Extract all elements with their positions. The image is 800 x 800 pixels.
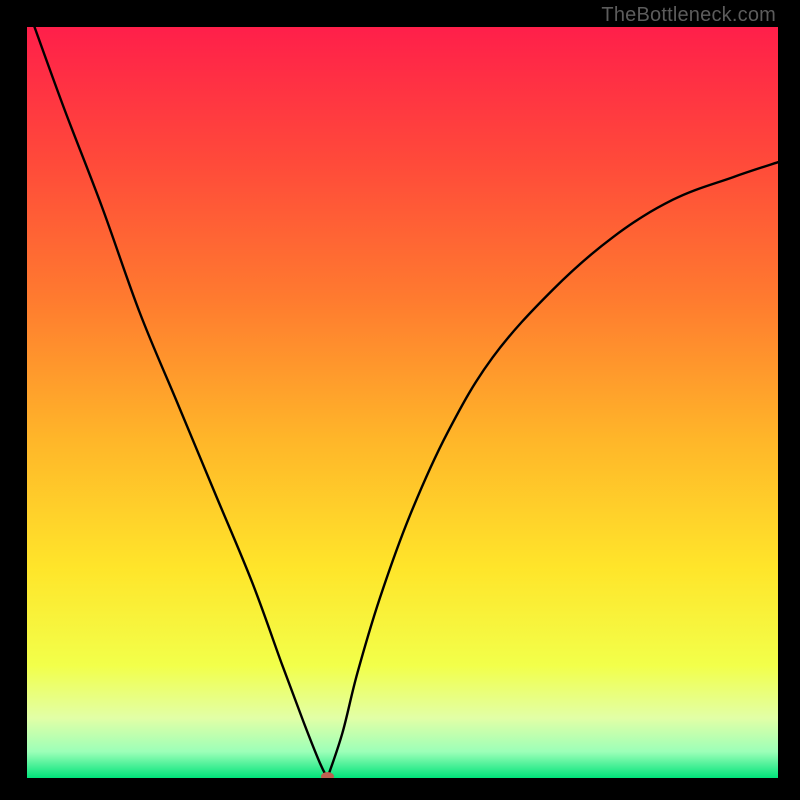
watermark-text: TheBottleneck.com — [601, 4, 776, 27]
bottleneck-curve — [27, 27, 778, 778]
vertex-marker — [321, 772, 334, 778]
chart-frame: TheBottleneck.com — [0, 0, 800, 800]
plot-area — [27, 27, 778, 778]
